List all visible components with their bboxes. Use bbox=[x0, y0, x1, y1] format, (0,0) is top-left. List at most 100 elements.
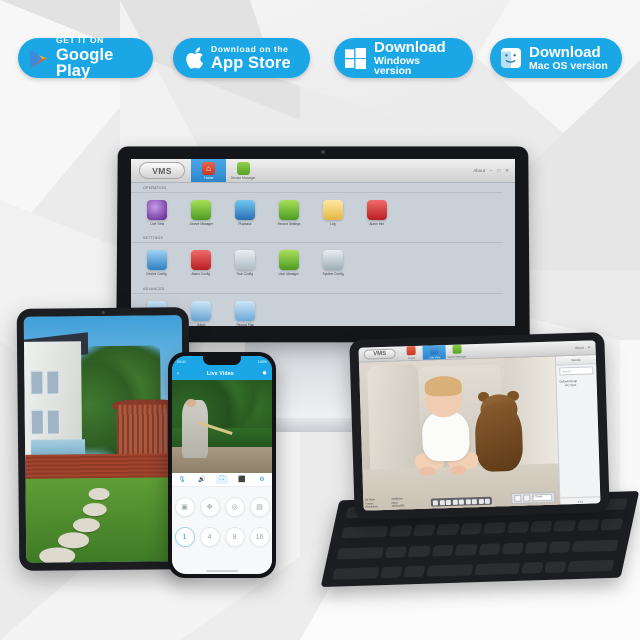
ptz-pad-icon[interactable]: ✥ bbox=[199, 497, 220, 517]
layout-select[interactable]: 1 Screen bbox=[532, 493, 553, 502]
record-icon[interactable] bbox=[439, 499, 445, 505]
tab-live-view[interactable]: Live View bbox=[422, 345, 446, 360]
app-store-small: Download on the bbox=[211, 43, 289, 54]
app-system-config-label: System Config bbox=[322, 272, 344, 277]
tablet-left-screen bbox=[23, 315, 185, 563]
windows-download-badge[interactable]: Download Windows version bbox=[334, 38, 473, 78]
snapshot-icon[interactable]: ⛶ bbox=[216, 475, 228, 484]
minimize-button[interactable]: – bbox=[490, 168, 493, 173]
close-icon[interactable] bbox=[484, 498, 490, 504]
playback-icon bbox=[235, 200, 255, 220]
channel-16-button[interactable]: 16 bbox=[249, 527, 270, 547]
vms-home-body: OPERATION Live View Device Manager Playb… bbox=[131, 183, 515, 326]
app-log-label: Log bbox=[330, 222, 336, 226]
app-device-config-label: Device Config bbox=[146, 272, 168, 277]
window-controls: About – □ ✕ bbox=[473, 159, 515, 182]
microphone-icon[interactable]: 🎙 bbox=[176, 475, 188, 484]
app-record-plan[interactable]: Record Plan bbox=[231, 300, 259, 326]
system-config-icon bbox=[323, 250, 343, 271]
tablet-left bbox=[16, 307, 192, 571]
app-playback[interactable]: Playback bbox=[231, 200, 259, 226]
baby-camera-scene bbox=[358, 356, 560, 511]
tablet-vms-body: Bit Rate: 2048Kbps Frame: 25fps Resolution… bbox=[358, 355, 601, 511]
app-user-manager[interactable]: User Manager bbox=[275, 250, 303, 276]
mac-download-label: Download bbox=[529, 43, 601, 61]
phone-video-feed[interactable] bbox=[172, 380, 272, 473]
about-button[interactable]: About bbox=[575, 346, 584, 350]
capture-icon[interactable] bbox=[432, 499, 438, 506]
device-search-input[interactable]: Search bbox=[559, 366, 594, 376]
layout-1-button[interactable] bbox=[514, 494, 522, 502]
tree-device[interactable]: IPC-0101 bbox=[560, 383, 594, 388]
about-button[interactable]: About bbox=[473, 168, 485, 173]
channel-9-button[interactable]: 9 bbox=[224, 527, 245, 547]
channel-1-button[interactable]: 1 bbox=[174, 527, 195, 547]
user-manager-icon bbox=[279, 250, 299, 271]
app-alarm-info[interactable]: Alarm Info bbox=[363, 200, 391, 226]
app-tour-config[interactable]: Tour Config bbox=[231, 250, 259, 276]
app-batch[interactable]: Batch bbox=[187, 300, 215, 326]
zoom-in-icon[interactable] bbox=[458, 499, 464, 505]
split-screen-icon[interactable]: ▣ bbox=[174, 497, 195, 517]
live-video-panel[interactable]: Bit Rate: 2048Kbps Frame: 25fps Resolution… bbox=[358, 356, 560, 511]
section-advanced: ADVANCED bbox=[131, 284, 515, 291]
phone-control-pad: ▣ ✥ ◎ ▤ 1 4 9 16 bbox=[172, 487, 272, 574]
speaker-icon[interactable]: 🔊 bbox=[196, 475, 208, 484]
phone-controls-row-2: 1 4 9 16 bbox=[172, 517, 272, 547]
sidebar-footer[interactable]: PTZ bbox=[560, 496, 601, 506]
smartphone: 09:41 100% ‹ Live Video ✸ 🎙 🔊 ⛶ ⬛ ⚙ ▣ ✥ … bbox=[168, 352, 276, 578]
tab-device-manager-label: Device Manager bbox=[231, 175, 256, 180]
app-device-config[interactable]: Device Config bbox=[143, 250, 171, 276]
split-icon[interactable] bbox=[478, 498, 484, 504]
phone-screen: 09:41 100% ‹ Live Video ✸ 🎙 🔊 ⛶ ⬛ ⚙ ▣ ✥ … bbox=[172, 356, 272, 574]
alarm-info-icon bbox=[367, 200, 387, 220]
app-alarm-info-label: Alarm Info bbox=[369, 222, 385, 226]
app-record-plan-label: Record Plan bbox=[236, 322, 254, 326]
maximize-button[interactable]: □ bbox=[498, 168, 501, 173]
playback-icon[interactable]: ▤ bbox=[249, 497, 270, 517]
home-icon bbox=[406, 345, 416, 356]
phone-controls-row-1: ▣ ✥ ◎ ▤ bbox=[172, 487, 272, 517]
zoom-out-icon[interactable] bbox=[465, 498, 471, 504]
app-playback-label: Playback bbox=[238, 222, 252, 226]
talk-icon[interactable] bbox=[452, 499, 458, 505]
record-plan-icon bbox=[235, 300, 255, 321]
video-stream-info: Bit Rate: 2048Kbps Frame: 25fps Resolution… bbox=[365, 497, 404, 509]
desktop-screen: VMS ⌂ Home Device Manager About – □ ✕ OP… bbox=[131, 159, 515, 326]
app-live-view[interactable]: Live View bbox=[143, 200, 171, 226]
status-battery: 100% bbox=[257, 359, 267, 364]
app-system-config[interactable]: System Config bbox=[319, 250, 347, 276]
tab-home-label: Home bbox=[407, 356, 415, 361]
preset-icon[interactable]: ◎ bbox=[224, 497, 245, 517]
tab-device-manager[interactable]: Device Manager bbox=[445, 344, 468, 359]
fullscreen-icon[interactable] bbox=[471, 498, 477, 504]
close-button[interactable]: ✕ bbox=[505, 168, 509, 174]
app-alarm-config[interactable]: Alarm Config bbox=[187, 250, 215, 276]
back-icon[interactable]: ‹ bbox=[177, 371, 179, 377]
download-badges: GET IT ON Google Play Download on the Ap… bbox=[0, 35, 640, 94]
app-record-settings[interactable]: Record Settings bbox=[275, 200, 303, 226]
tab-home[interactable]: ⌂ Home bbox=[191, 159, 226, 182]
google-play-badge[interactable]: GET IT ON Google Play bbox=[18, 35, 153, 80]
layout-selector: 1 Screen bbox=[511, 491, 556, 505]
google-play-small: GET IT ON bbox=[56, 35, 104, 46]
mac-download-badge[interactable]: Download Mac OS version bbox=[490, 38, 622, 78]
resolution-label: Resolution: bbox=[365, 505, 379, 509]
app-log[interactable]: Log bbox=[319, 200, 347, 226]
app-store-badge[interactable]: Download on the App Store bbox=[173, 38, 310, 78]
channel-4-button[interactable]: 4 bbox=[199, 527, 220, 547]
tab-home[interactable]: Home bbox=[399, 345, 422, 361]
menu-icon[interactable]: ✸ bbox=[262, 370, 267, 377]
gear-icon[interactable]: ⚙ bbox=[256, 475, 268, 484]
record-camera-icon[interactable]: ⬛ bbox=[236, 475, 248, 484]
close-button[interactable]: ✕ bbox=[588, 345, 591, 349]
app-device-manager[interactable]: Device Manager bbox=[187, 200, 215, 226]
device-manager-icon bbox=[191, 200, 211, 220]
tab-device-manager[interactable]: Device Manager bbox=[226, 159, 261, 182]
windows-icon bbox=[345, 47, 366, 69]
layout-4-button[interactable] bbox=[523, 494, 531, 502]
live-view-icon bbox=[429, 345, 439, 355]
audio-icon[interactable] bbox=[445, 499, 451, 505]
status-time: 09:41 bbox=[177, 359, 186, 364]
section-advanced-title: ADVANCED bbox=[143, 286, 165, 291]
